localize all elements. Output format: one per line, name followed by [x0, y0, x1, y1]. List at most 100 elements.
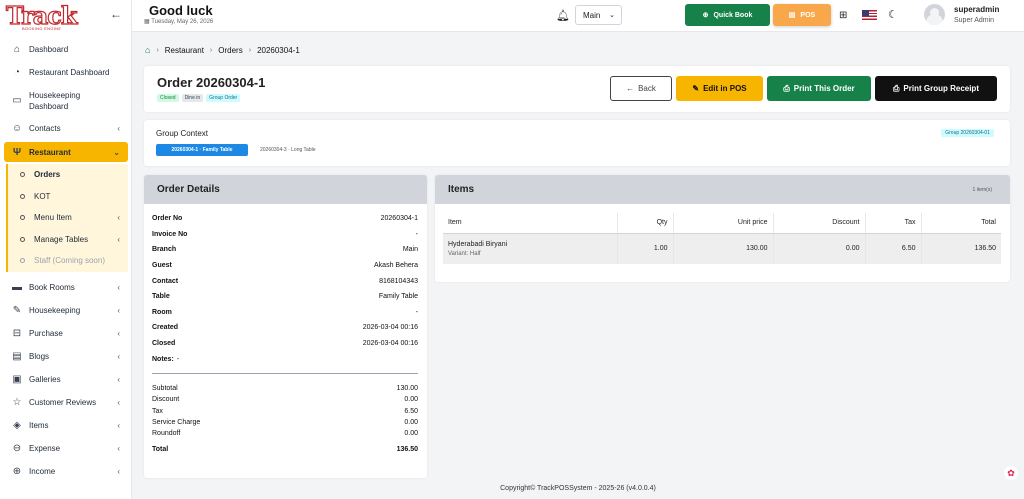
sidebar-item-income[interactable]: ⊕ Income ‹ [0, 460, 132, 483]
breadcrumb-separator: › [156, 46, 159, 54]
sidebar-item-purchase[interactable]: ⊟ Purchase ‹ [0, 322, 132, 345]
sidebar-item-book-rooms[interactable]: ▬ Book Rooms ‹ [0, 276, 132, 299]
items-title: Items [448, 184, 475, 195]
sidebar-item-customer-reviews[interactable]: ☆ Customer Reviews ‹ [0, 391, 132, 414]
home-icon: ⌂ [13, 44, 21, 55]
chevron-left-icon: ‹ [117, 305, 120, 315]
total-key: Service Charge [152, 419, 201, 427]
order-details-list: Order No 20260304-1 Invoice No - Branch Mai… [152, 211, 418, 367]
item-variant: Variant: Half [448, 250, 481, 257]
sidebar-item-items[interactable]: ◈ Items ‹ [0, 414, 132, 437]
detail-value: Main [402, 246, 418, 254]
contacts-icon: ☺ [11, 123, 23, 134]
us-flag-icon[interactable] [862, 10, 877, 20]
chevron-left-icon: ‹ [117, 124, 120, 133]
sidebar-item-menu-item[interactable]: Menu Item ‹ [8, 207, 128, 229]
restaurant-submenu: Orders KOT Menu Item ‹ Manage Tables ‹ S… [6, 164, 128, 272]
items-count: 1 item(s) [972, 186, 992, 193]
quick-book-button[interactable]: ⊕ Quick Book [685, 4, 770, 26]
print-label: Print This Order [793, 84, 855, 93]
unit-price-cell: 130.00 [673, 233, 774, 264]
logo-tagline: BOOKING ENGINE [22, 26, 62, 31]
discount-cell: 0.00 [773, 233, 866, 264]
total-row: Subtotal 130.00 [152, 383, 418, 394]
chevron-left-icon: ‹ [117, 213, 120, 223]
date-text: Tuesday, May 26, 2026 [151, 19, 214, 25]
sidebar-item-expense[interactable]: ⊖ Expense ‹ [0, 437, 132, 460]
total-value: 0.00 [404, 396, 418, 404]
group-order-badge: Group Order [206, 94, 241, 102]
user-role: Super Admin [954, 17, 995, 24]
total-row: Roundoff 0.00 [152, 428, 418, 439]
breadcrumb-restaurant[interactable]: Restaurant [165, 46, 204, 55]
items-header: Items 1 item(s) [435, 175, 1010, 204]
top-header: Good luck ▦ Tuesday, May 26, 2026 🔔︎ Mai… [132, 0, 1024, 32]
greeting: Good luck [149, 3, 213, 18]
table-header-row: Item Qty Unit price Discount Tax Total [443, 213, 1001, 234]
breadcrumb-separator: › [248, 46, 252, 54]
home-icon[interactable]: ⌂ [145, 45, 150, 55]
sidebar-item-label: Book Rooms [29, 282, 75, 292]
group-order-tab[interactable]: 20260304-3 · Long Table [260, 147, 316, 153]
sidebar-item-blogs[interactable]: ▤ Blogs ‹ [0, 345, 132, 368]
detail-row: Branch Main [152, 242, 418, 258]
back-button[interactable]: ← Back [610, 76, 672, 101]
print-group-receipt-button[interactable]: ⎙ Print Group Receipt [875, 76, 997, 101]
sidebar-item-orders[interactable]: Orders [8, 164, 128, 186]
items-card: Items 1 item(s) Item Qty Unit price Disc… [435, 175, 1010, 282]
detail-value: Akash Behera [374, 262, 418, 270]
table-row: Hyderabadi Biryani Variant: Half 1.00 13… [443, 233, 1001, 264]
chevron-left-icon: ‹ [117, 420, 120, 430]
sidebar-item-dashboard[interactable]: ⌂ Dashboard [0, 38, 132, 61]
group-order-tab-active[interactable]: 20260304-1 · Family Table [156, 144, 248, 156]
detail-row: Table Family Table [152, 289, 418, 305]
moon-icon[interactable]: ☾ [888, 8, 898, 21]
collapse-sidebar-icon[interactable]: ← [110, 7, 122, 21]
sidebar-item-contacts[interactable]: ☺ Contacts ‹ [0, 117, 132, 140]
chevron-left-icon: ‹ [117, 397, 120, 407]
total-row: Tax 6.50 [152, 406, 418, 417]
page-title: Order 20260304-1 [157, 75, 266, 90]
back-label: Back [638, 84, 656, 93]
sidebar-item-housekeeping[interactable]: ✎ Housekeeping ‹ [0, 299, 132, 322]
pos-label: POS [800, 11, 816, 19]
status-badge: Closed [157, 94, 179, 102]
logo[interactable]: Track BOOKING ENGINE [5, 0, 88, 33]
sidebar-nav: ⌂ Dashboard ◔ Restaurant Dashboard ▭ Hou… [0, 38, 132, 483]
grand-total-value: 136.50 [396, 445, 418, 453]
sidebar-item-label: Items [29, 420, 49, 430]
apps-grid-icon[interactable]: ⊞ [839, 10, 847, 21]
sidebar-item-label: Blogs [29, 351, 50, 361]
avatar[interactable] [924, 4, 945, 25]
edit-in-pos-button[interactable]: ✎ Edit in POS [676, 76, 763, 101]
grand-total-row: Total 136.50 [152, 443, 418, 454]
print-order-button[interactable]: ⎙ Print This Order [767, 76, 871, 101]
branch-select[interactable]: Main ⌄ [575, 5, 622, 25]
breadcrumb-orders[interactable]: Orders [218, 46, 242, 55]
bell-icon[interactable]: 🔔︎ [556, 9, 570, 22]
box-icon: ◈ [13, 419, 21, 431]
sidebar-item-restaurant[interactable]: Ψ Restaurant ⌄ [4, 142, 128, 162]
detail-value: - [415, 308, 418, 316]
circle-icon [20, 193, 25, 199]
pos-button[interactable]: ▤ POS [773, 4, 831, 26]
settings-fab-icon[interactable]: ✿ [1004, 466, 1018, 480]
cart-icon: ⊟ [12, 327, 22, 339]
order-details-title: Order Details [144, 175, 427, 204]
user-name[interactable]: superadmin [954, 5, 999, 14]
detail-key: Branch [152, 246, 177, 254]
detail-key: Invoice No [152, 230, 188, 238]
sidebar-item-restaurant-dashboard[interactable]: ◔ Restaurant Dashboard [0, 61, 132, 84]
detail-key: Table [152, 293, 170, 301]
chevron-down-icon: ⌄ [113, 147, 120, 157]
sidebar-item-housekeeping-dashboard[interactable]: ▭ Housekeeping Dashboard [0, 84, 132, 117]
sidebar-item-manage-tables[interactable]: Manage Tables ‹ [8, 229, 128, 251]
sidebar-item-kot[interactable]: KOT [8, 186, 128, 208]
sidebar-item-label: Customer Reviews [29, 397, 97, 407]
sidebar-item-galleries[interactable]: ▣ Galleries ‹ [0, 368, 132, 391]
sidebar-item-label: Purchase [29, 328, 63, 338]
detail-key: Order No [152, 215, 183, 223]
chevron-left-icon: ‹ [117, 374, 120, 384]
pencil-icon: ✎ [692, 84, 700, 93]
plus-circle-icon: ⊕ [12, 465, 22, 477]
